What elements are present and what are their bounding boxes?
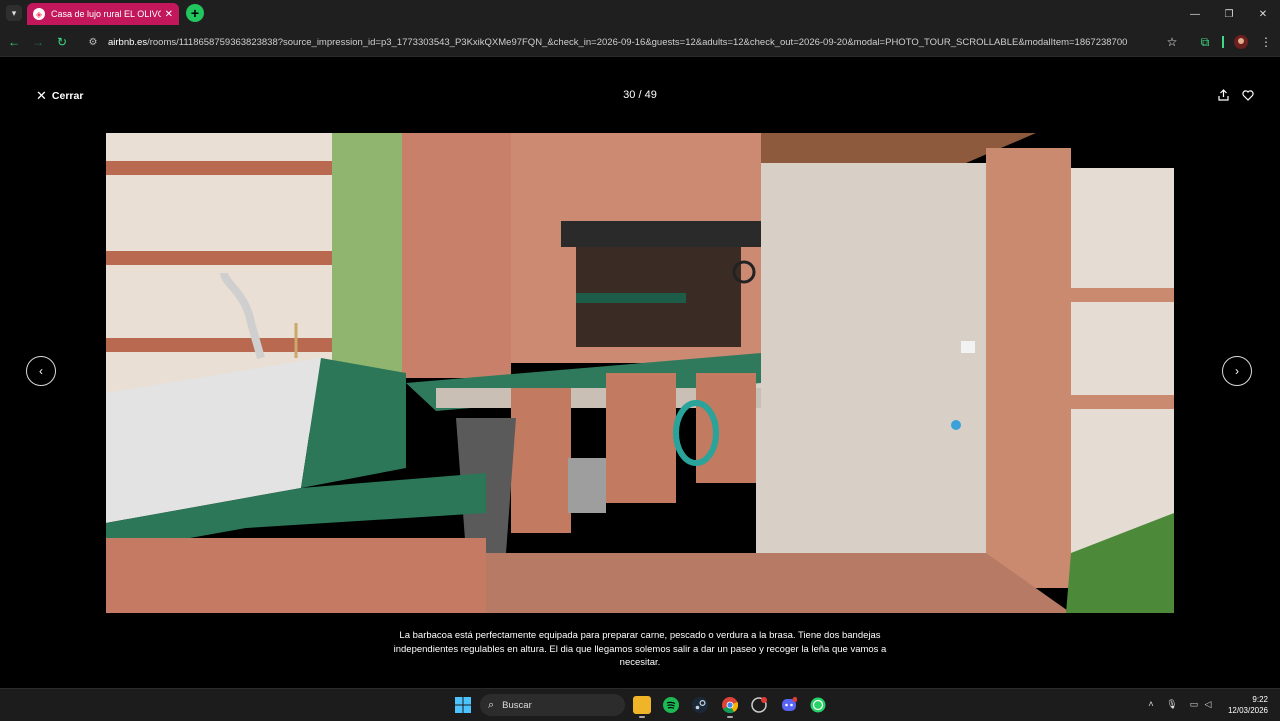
url-host: airbnb.es [108, 36, 148, 48]
window-controls: — ❐ ✕ [1178, 0, 1280, 28]
search-icon: ⌕ [488, 698, 495, 711]
active-indicator [727, 716, 733, 718]
extensions-icon[interactable]: ⧉ [1197, 34, 1213, 50]
maximize-icon[interactable]: ❐ [1212, 0, 1246, 28]
chrome-icon[interactable] [721, 696, 739, 714]
chevron-left-icon: ‹ [39, 364, 43, 378]
next-photo-button[interactable]: › [1222, 356, 1252, 386]
microphone-icon[interactable]: 🎙 [1165, 697, 1179, 711]
tab-close-icon[interactable]: ✕ [165, 9, 173, 20]
close-button[interactable]: ✕ Cerrar [36, 88, 83, 104]
tour-photo [106, 133, 1174, 613]
chevron-right-icon: › [1235, 364, 1239, 378]
taskbar-search[interactable]: ⌕ Buscar [480, 694, 625, 716]
bbq-area-photo [106, 133, 1174, 613]
photo-caption: La barbacoa está perfectamente equipada … [393, 630, 887, 668]
airbnb-icon: ◈ [33, 8, 45, 20]
forward-icon[interactable]: → [30, 34, 46, 50]
clock-time: 9:22 [1252, 695, 1268, 704]
toolbar-divider [1222, 36, 1224, 48]
chevron-up-icon[interactable]: ˄ [1144, 697, 1158, 711]
window-close-icon[interactable]: ✕ [1246, 0, 1280, 28]
url-text: airbnb.es/rooms/1118658759363823838?sour… [108, 37, 1128, 48]
browser-tab-bar: ▾ ◈ Casa de lujo rural EL OLIVO - C ✕ + … [0, 0, 1280, 28]
browser-tab-active[interactable]: ◈ Casa de lujo rural EL OLIVO - C ✕ [27, 3, 179, 25]
spotify-icon[interactable] [662, 696, 680, 714]
address-bar[interactable]: ⚙ airbnb.es/rooms/1118658759363823838?so… [80, 31, 1190, 53]
steam-icon[interactable] [691, 696, 709, 714]
app-icon[interactable] [750, 696, 768, 714]
windows-start-icon[interactable] [454, 696, 472, 714]
tab-search-menu-icon[interactable]: ▾ [6, 5, 22, 21]
prev-photo-button[interactable]: ‹ [26, 356, 56, 386]
browser-toolbar: ← → ↻ ⚙ airbnb.es/rooms/1118658759363823… [0, 28, 1280, 57]
whatsapp-icon[interactable] [809, 696, 827, 714]
share-icon[interactable] [1216, 88, 1230, 102]
new-tab-button[interactable]: + [186, 4, 204, 22]
close-label: Cerrar [51, 90, 84, 102]
system-clock[interactable]: 9:22 12/03/2026 [1228, 694, 1268, 716]
close-icon: ✕ [36, 88, 47, 103]
url-path: /rooms/1118658759363823838?source_impres… [147, 36, 1128, 48]
clock-date: 12/03/2026 [1227, 706, 1268, 715]
profile-avatar-icon[interactable] [1233, 34, 1249, 50]
minimize-icon[interactable]: — [1178, 0, 1212, 28]
photo-counter: 30 / 49 [623, 89, 657, 101]
volume-icon[interactable]: ◁ [1201, 697, 1215, 711]
tab-title: Casa de lujo rural EL OLIVO - C [51, 9, 161, 19]
active-indicator [639, 716, 645, 718]
bookmark-star-icon[interactable]: ☆ [1164, 34, 1180, 50]
discord-icon[interactable] [780, 696, 798, 714]
search-placeholder: Buscar [502, 699, 532, 711]
network-icon[interactable]: ▭ [1187, 697, 1201, 711]
more-menu-icon[interactable]: ⋮ [1258, 34, 1274, 50]
heart-icon[interactable] [1241, 88, 1255, 102]
windows-taskbar: ⌕ Buscar ˄ 🎙 ▭ ◁ 9:22 12/03/2026 [0, 688, 1280, 721]
site-info-icon[interactable]: ⚙ [86, 35, 100, 49]
back-icon[interactable]: ← [6, 34, 22, 50]
reload-icon[interactable]: ↻ [54, 34, 70, 50]
file-explorer-icon[interactable] [633, 696, 651, 714]
